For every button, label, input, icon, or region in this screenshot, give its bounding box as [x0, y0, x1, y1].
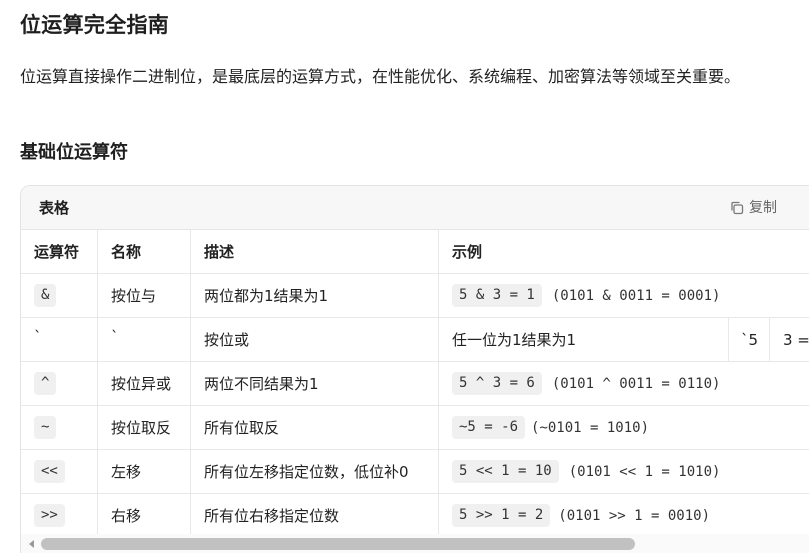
- header-operator: 运算符: [34, 243, 80, 261]
- header-description: 描述: [204, 243, 235, 261]
- operator-description: 所有位右移指定位数: [204, 507, 340, 525]
- horizontal-scrollbar[interactable]: [21, 534, 809, 553]
- header-name: 名称: [111, 243, 142, 261]
- operator-name: `: [111, 328, 119, 346]
- operator-description: 所有位取反: [204, 419, 280, 437]
- table-header-row: 运算符 名称 描述 示例: [21, 230, 809, 274]
- extra-cell: `5: [741, 330, 759, 349]
- operator-code: `: [34, 328, 42, 346]
- arrow-left-icon[interactable]: [29, 540, 34, 548]
- section-title: 基础位运算符: [20, 142, 128, 163]
- example-code: 5 & 3 = 1: [452, 284, 542, 307]
- operator-name: 按位异或: [111, 375, 172, 393]
- example-binary: (0101 ^ 0011 = 0110): [551, 375, 721, 392]
- table-row: >> 右移 所有位右移指定位数 5 >> 1 = 2 (0101 >> 1 = …: [21, 494, 809, 538]
- table-row: << 左移 所有位左移指定位数，低位补0 5 << 1 = 10 (0101 <…: [21, 450, 809, 494]
- example-code: 5 << 1 = 10: [452, 460, 559, 483]
- example-code: ~5 = -6: [452, 416, 526, 439]
- example-binary: (~0101 = 1010): [531, 419, 650, 436]
- table-row: ~ 按位取反 所有位取反 ~5 = -6 (~0101 = 1010): [21, 406, 809, 450]
- extra-cell: 3 =: [783, 330, 809, 349]
- table-card: 表格 复制 运算符 名称 描述 示例 & 按位与 两位都为1结果为1 5 & 3…: [20, 185, 809, 553]
- example-code: 5 ^ 3 = 6: [452, 372, 542, 395]
- scrollbar-thumb[interactable]: [41, 538, 635, 550]
- example-binary: (0101 << 1 = 1010): [568, 463, 721, 480]
- operator-name: 右移: [111, 507, 142, 525]
- operator-description: 所有位左移指定位数，低位补0: [204, 463, 409, 481]
- operator-table: 运算符 名称 描述 示例 & 按位与 两位都为1结果为1 5 & 3 = 1 (…: [21, 230, 809, 538]
- header-example: 示例: [452, 243, 483, 261]
- operator-description: 两位不同结果为1: [204, 375, 319, 393]
- table-row: ` ` 按位或 任一位为1结果为1 `5 3 =: [21, 318, 809, 362]
- page-title: 位运算完全指南: [20, 13, 170, 37]
- operator-code: ^: [34, 372, 57, 395]
- table-row: & 按位与 两位都为1结果为1 5 & 3 = 1 (0101 & 0011 =…: [21, 274, 809, 318]
- example-binary: (0101 & 0011 = 0001): [551, 287, 721, 304]
- operator-name: 按位与: [111, 287, 157, 305]
- operator-name: 按位取反: [111, 419, 172, 437]
- table-row: ^ 按位异或 两位不同结果为1 5 ^ 3 = 6 (0101 ^ 0011 =…: [21, 362, 809, 406]
- operator-name: 左移: [111, 463, 142, 481]
- operator-code: ~: [34, 416, 57, 439]
- operator-description: 按位或: [204, 331, 250, 349]
- copy-label: 复制: [749, 200, 777, 216]
- table-card-header: 表格 复制: [21, 186, 809, 230]
- operator-description: 两位都为1结果为1: [204, 287, 329, 305]
- table-card-title: 表格: [39, 199, 70, 217]
- intro-paragraph: 位运算直接操作二进制位，是最底层的运算方式，在性能优化、系统编程、加密算法等领域…: [20, 67, 741, 86]
- example-binary: (0101 >> 1 = 0010): [558, 507, 711, 524]
- operator-code: <<: [34, 460, 65, 483]
- copy-button[interactable]: 复制: [729, 198, 777, 218]
- copy-icon: [731, 201, 744, 215]
- example-text: 任一位为1结果为1: [452, 331, 577, 349]
- operator-code: &: [34, 284, 57, 307]
- operator-code: >>: [34, 504, 65, 527]
- example-code: 5 >> 1 = 2: [452, 504, 551, 527]
